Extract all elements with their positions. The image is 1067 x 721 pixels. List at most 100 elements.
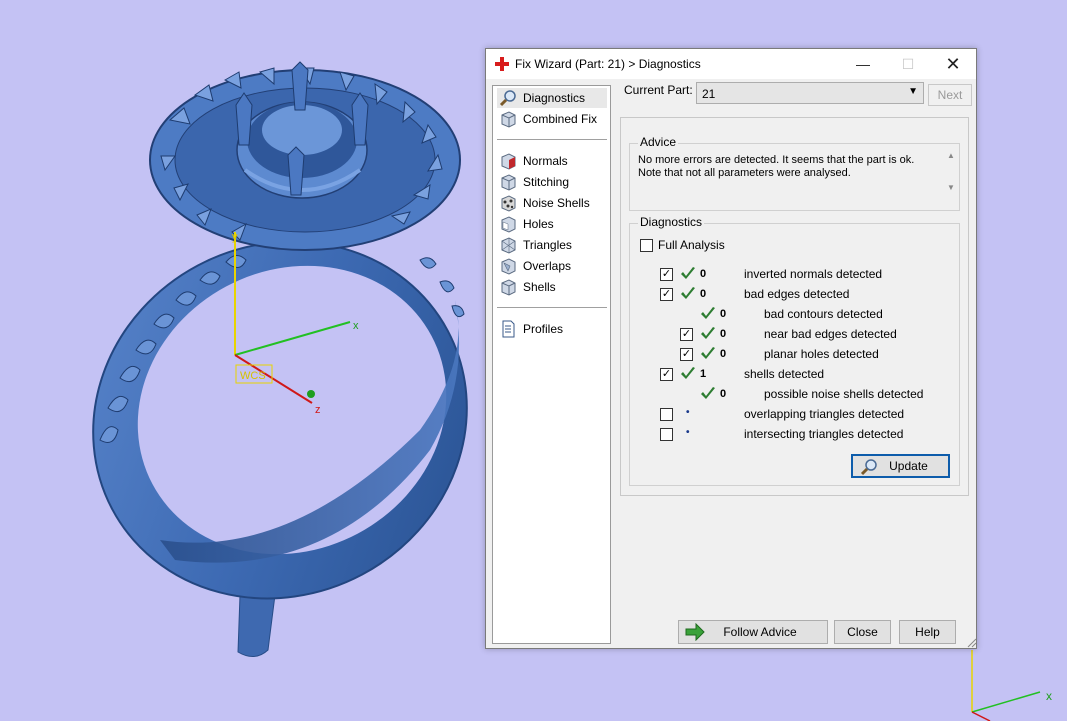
minimize-button[interactable]: — <box>848 52 878 76</box>
nav-item-combined-fix[interactable]: Combined Fix <box>497 109 607 129</box>
holes-cube-icon <box>501 216 516 233</box>
current-part-select[interactable]: 21 ▼ <box>696 82 924 104</box>
full-analysis-label: Full Analysis <box>658 238 725 252</box>
next-button[interactable]: Next <box>928 84 972 106</box>
green-check-icon <box>681 287 695 299</box>
nav-item-label: Diagnostics <box>523 91 586 105</box>
cube-icon <box>501 111 516 128</box>
diagnostics-title: Diagnostics <box>638 215 705 229</box>
diagnostic-count: 0 <box>700 288 707 300</box>
diagnostic-checkbox[interactable]: ✓ <box>680 328 693 341</box>
nav-item-diagnostics[interactable]: Diagnostics <box>497 88 607 108</box>
help-button[interactable]: Help <box>899 620 956 644</box>
normals-cube-icon <box>501 153 516 170</box>
nav-item-holes[interactable]: Holes <box>497 214 607 234</box>
chevron-down-icon: ▼ <box>908 86 918 97</box>
stitching-cube-icon <box>501 174 516 191</box>
diagnostic-checkbox[interactable]: ✓ <box>660 288 673 301</box>
maximize-button[interactable]: ☐ <box>893 52 923 76</box>
green-arrow-icon <box>685 623 705 641</box>
nav-item-label: Overlaps <box>523 259 572 273</box>
nav-item-triangles[interactable]: Triangles <box>497 235 607 255</box>
nav-item-overlaps[interactable]: Overlaps <box>497 256 607 276</box>
diagnostic-count: 0 <box>720 348 727 360</box>
update-label: Update <box>889 459 928 473</box>
green-check-icon <box>701 387 715 399</box>
magnifier-icon <box>860 459 877 476</box>
wizard-nav: Diagnostics Combined Fix Normals Stitchi… <box>492 85 611 644</box>
green-check-icon <box>701 307 715 319</box>
resize-grip-icon[interactable] <box>967 638 977 648</box>
diagnostic-checkbox[interactable] <box>660 428 673 441</box>
full-analysis-checkbox[interactable] <box>640 239 653 252</box>
diagnostic-count: 0 <box>700 268 707 280</box>
diagnostic-label: possible noise shells detected <box>764 387 924 401</box>
follow-advice-label: Follow Advice <box>723 625 797 639</box>
red-cross-icon <box>495 57 509 71</box>
nav-item-profiles[interactable]: Profiles <box>497 319 607 339</box>
noise-shells-icon <box>501 195 516 212</box>
overlaps-cube-icon <box>501 258 516 275</box>
green-check-icon <box>701 327 715 339</box>
y-axis-label: y <box>232 231 238 243</box>
x-axis-label: x <box>353 320 359 332</box>
diagnostic-label: planar holes detected <box>764 347 879 361</box>
nav-separator <box>497 139 607 140</box>
nav-item-noise-shells[interactable]: Noise Shells <box>497 193 607 213</box>
diagnostic-label: shells detected <box>744 367 825 381</box>
diagnostic-label: bad contours detected <box>764 307 883 321</box>
nav-item-label: Combined Fix <box>523 112 598 126</box>
diagnostic-checkbox[interactable]: ✓ <box>660 268 673 281</box>
green-check-icon <box>681 367 695 379</box>
advice-group: Advice No more errors are detected. It s… <box>629 135 960 211</box>
diagnostic-count: 1 <box>700 368 707 380</box>
close-window-button[interactable]: ✕ <box>938 52 968 76</box>
advice-line-2: Note that not all parameters were analys… <box>638 167 851 179</box>
diagnostic-label: overlapping triangles detected <box>744 407 905 421</box>
pending-dot-icon: • <box>686 427 690 438</box>
diagnostic-count: 0 <box>720 328 727 340</box>
diagnostic-count: 0 <box>720 388 727 400</box>
update-button[interactable]: Update <box>851 454 950 478</box>
diagnostics-group: Diagnostics Full Analysis ✓ 0 inverted nor… <box>629 215 960 486</box>
ring-model[interactable] <box>30 61 530 664</box>
close-button[interactable]: Close <box>834 620 891 644</box>
triangles-cube-icon <box>501 237 516 254</box>
nav-item-shells[interactable]: Shells <box>497 277 607 297</box>
advice-title: Advice <box>638 135 679 149</box>
nav-item-label: Holes <box>523 217 554 231</box>
current-part-value: 21 <box>702 87 716 101</box>
nav-item-label: Profiles <box>523 322 564 336</box>
diagnostic-checkbox[interactable]: ✓ <box>680 348 693 361</box>
document-icon <box>502 320 515 338</box>
nav-item-stitching[interactable]: Stitching <box>497 172 607 192</box>
current-part-label: Current Part: <box>624 83 693 97</box>
nav-item-normals[interactable]: Normals <box>497 151 607 171</box>
diagnostic-checkbox[interactable] <box>660 408 673 421</box>
z-axis-label: z <box>315 404 321 416</box>
nav-item-label: Triangles <box>523 238 572 252</box>
title-bar[interactable]: Fix Wizard (Part: 21) > Diagnostics — ☐ … <box>486 49 976 79</box>
nav-item-label: Normals <box>523 154 568 168</box>
main-panel: Advice No more errors are detected. It s… <box>620 117 969 496</box>
diagnostic-label: bad edges detected <box>744 287 850 301</box>
green-check-icon <box>681 267 695 279</box>
advice-line-1: No more errors are detected. It seems th… <box>638 154 915 166</box>
corner-x-label: x <box>1046 689 1052 703</box>
diagnostic-label: intersecting triangles detected <box>744 427 904 441</box>
diagnostic-checkbox[interactable]: ✓ <box>660 368 673 381</box>
advice-text: No more errors are detected. It seems th… <box>638 154 934 189</box>
nav-item-label: Shells <box>523 280 556 294</box>
shells-cube-icon <box>501 279 516 296</box>
nav-item-label: Noise Shells <box>523 196 590 210</box>
diagnostic-count: 0 <box>720 308 727 320</box>
pending-dot-icon: • <box>686 407 690 418</box>
advice-scrollbar[interactable]: ▲ ▼ <box>944 150 958 194</box>
scroll-up-icon[interactable]: ▲ <box>947 151 955 160</box>
fix-wizard-dialog: Fix Wizard (Part: 21) > Diagnostics — ☐ … <box>485 48 977 649</box>
diagnostic-label: inverted normals detected <box>744 267 883 281</box>
dialog-title: Fix Wizard (Part: 21) > Diagnostics <box>515 57 701 71</box>
magnifier-icon <box>499 90 516 107</box>
scroll-down-icon[interactable]: ▼ <box>947 183 955 192</box>
follow-advice-button[interactable]: Follow Advice <box>678 620 828 644</box>
